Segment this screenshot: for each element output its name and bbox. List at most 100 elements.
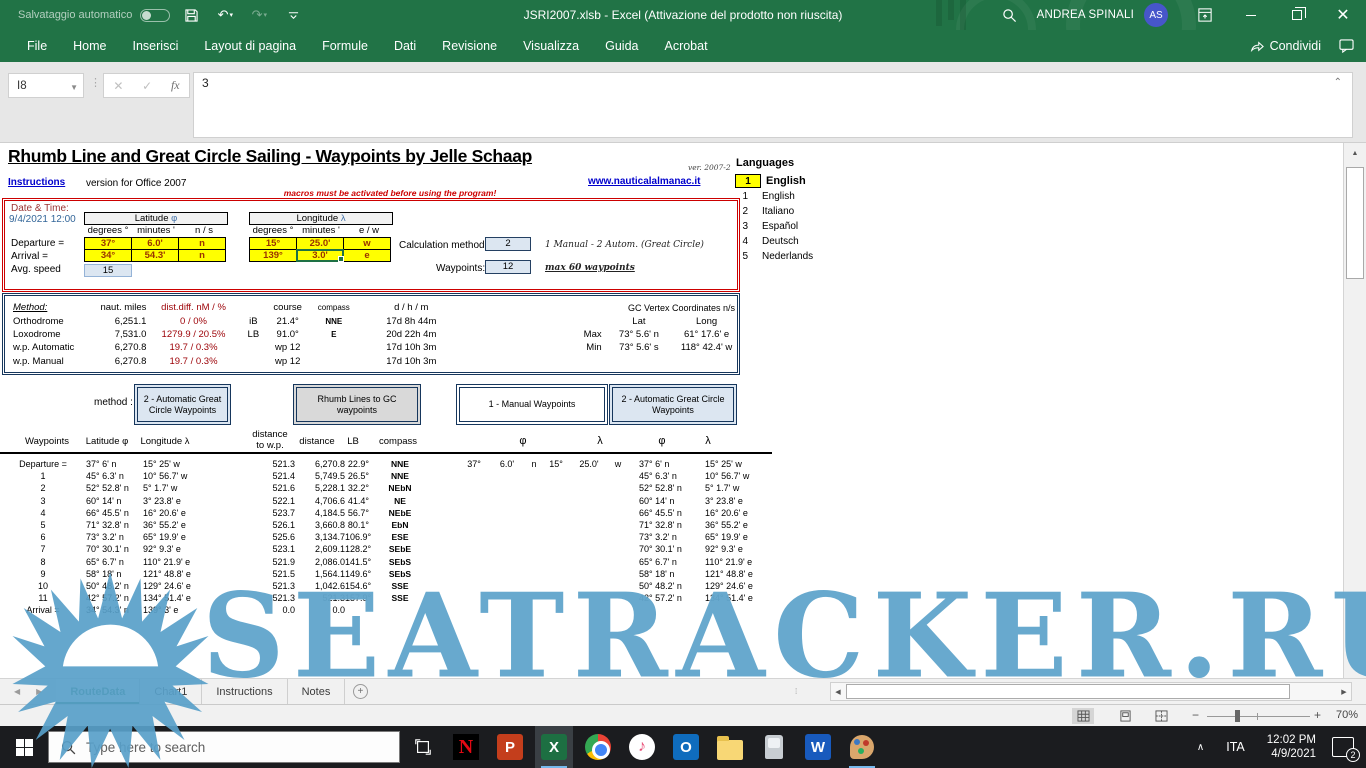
minutes-col-header: minutes ' bbox=[137, 225, 175, 236]
arrival-lon-ew-cell[interactable]: e bbox=[343, 249, 391, 262]
ribbon-tab[interactable]: Dati bbox=[381, 30, 429, 62]
name-box[interactable]: I8 ▼ bbox=[8, 73, 84, 98]
method-table-header-row: Method: naut. miles dist.diff. nM / % co… bbox=[13, 301, 737, 314]
manual-lat-minutes[interactable]: 6.0' bbox=[489, 459, 525, 469]
zoom-in-icon[interactable]: + bbox=[1314, 708, 1321, 722]
ribbon-tab[interactable]: Acrobat bbox=[651, 30, 720, 62]
instructions-link[interactable]: Instructions bbox=[8, 177, 65, 188]
taskbar-music-icon[interactable]: ♪ bbox=[623, 726, 661, 768]
undo-button[interactable]: ↶ ▾ bbox=[212, 0, 238, 30]
page-break-view-icon[interactable] bbox=[1150, 708, 1172, 724]
ribbon-tab[interactable]: Guida bbox=[592, 30, 651, 62]
taskbar-paint-icon[interactable] bbox=[843, 726, 881, 768]
arrival-lat-ns-cell[interactable]: n bbox=[178, 249, 226, 262]
rhumb-lines-to-gc-button[interactable]: Rhumb Lines to GC waypoints bbox=[293, 384, 421, 425]
datetime-value[interactable]: 9/4/2021 12:00 bbox=[9, 214, 76, 225]
phi-col-header-auto: φ bbox=[658, 435, 666, 447]
zoom-level[interactable]: 70% bbox=[1328, 709, 1358, 721]
close-button[interactable]: ✕ bbox=[1320, 0, 1366, 30]
manual-lon-ew[interactable]: w bbox=[609, 459, 627, 469]
name-box-dropdown-icon[interactable]: ▼ bbox=[70, 83, 78, 92]
share-button[interactable]: Condividi bbox=[1250, 39, 1321, 53]
comments-icon[interactable] bbox=[1339, 39, 1354, 53]
normal-view-icon[interactable] bbox=[1072, 708, 1094, 724]
search-icon[interactable] bbox=[987, 0, 1033, 30]
tray-clock[interactable]: 12:02 PM 4/9/2021 bbox=[1267, 733, 1316, 761]
add-sheet-button[interactable]: + bbox=[345, 679, 375, 704]
avatar[interactable]: AS bbox=[1144, 3, 1168, 27]
ribbon-tab[interactable]: Home bbox=[60, 30, 119, 62]
action-center-icon[interactable]: 2 bbox=[1332, 737, 1360, 762]
next-sheet-icon[interactable]: ▶ bbox=[36, 687, 42, 696]
task-view-icon[interactable] bbox=[408, 733, 438, 761]
autosave-toggle[interactable] bbox=[140, 8, 171, 22]
zoom-slider-track[interactable] bbox=[1207, 716, 1310, 717]
quick-access-customize-button[interactable] bbox=[280, 0, 306, 30]
collapse-formula-bar-icon[interactable]: ⌃ bbox=[1334, 77, 1342, 88]
ribbon-tab[interactable]: Inserisci bbox=[120, 30, 192, 62]
restore-button[interactable] bbox=[1274, 0, 1320, 30]
start-button[interactable] bbox=[0, 726, 48, 768]
scroll-left-icon[interactable]: ◀ bbox=[831, 683, 845, 700]
cancel-entry-icon[interactable]: ✕ bbox=[113, 79, 123, 93]
confirm-entry-icon[interactable]: ✓ bbox=[142, 79, 152, 93]
ribbon-tab[interactable]: Formule bbox=[309, 30, 381, 62]
website-link[interactable]: www.nauticalalmanac.it bbox=[588, 176, 700, 187]
scroll-right-icon[interactable]: ▶ bbox=[1337, 683, 1351, 700]
vertical-scrollbar-thumb[interactable] bbox=[1346, 167, 1364, 279]
ribbon-tab[interactable]: Layout di pagina bbox=[191, 30, 309, 62]
manual-lon-degrees[interactable]: 15° bbox=[543, 459, 569, 469]
language-select-cell[interactable]: 1 bbox=[735, 174, 761, 188]
ribbon-display-options-button[interactable] bbox=[1182, 0, 1228, 30]
auto-gc-latitude: 45° 6.3' n bbox=[639, 471, 677, 482]
avg-speed-cell[interactable]: 15 bbox=[84, 264, 132, 277]
insert-function-icon[interactable]: fx bbox=[171, 78, 180, 93]
taskbar-word-icon[interactable]: W bbox=[799, 726, 837, 768]
waypoints-count-cell[interactable]: 12 bbox=[485, 260, 531, 274]
sheet-tab-instructions[interactable]: Instructions bbox=[202, 679, 288, 704]
arrival-lon-degrees-cell[interactable]: 139° bbox=[249, 249, 297, 262]
manual-lon-minutes[interactable]: 25.0' bbox=[569, 459, 609, 469]
taskbar-excel-icon[interactable]: X bbox=[535, 726, 573, 768]
redo-button[interactable]: ↷ ▾ bbox=[246, 0, 272, 30]
ribbon-tab[interactable]: Revisione bbox=[429, 30, 510, 62]
vertical-scrollbar[interactable]: ▲ bbox=[1343, 143, 1366, 678]
taskbar-file-explorer-icon[interactable] bbox=[711, 726, 749, 768]
scroll-up-icon[interactable]: ▲ bbox=[1344, 143, 1366, 163]
taskbar-netflix-icon[interactable]: N bbox=[447, 726, 485, 768]
sheet-tab-chart1[interactable]: Chart1 bbox=[140, 679, 203, 704]
manual-lat-ns[interactable]: n bbox=[525, 459, 543, 469]
prev-sheet-icon[interactable]: ◀ bbox=[14, 687, 20, 696]
calc-method-cell[interactable]: 2 bbox=[485, 237, 531, 251]
taskbar-powerpoint-icon[interactable]: P bbox=[491, 726, 529, 768]
auto-great-circle-button[interactable]: 2 - Automatic Great Circle Waypoints bbox=[134, 384, 231, 425]
sheet-tab-notes[interactable]: Notes bbox=[288, 679, 346, 704]
user-name[interactable]: ANDREA SPINALI bbox=[1037, 9, 1134, 21]
tray-show-hidden-icons-icon[interactable]: ∧ bbox=[1197, 742, 1204, 753]
arrival-lat-minutes-cell[interactable]: 54.3' bbox=[131, 249, 179, 262]
arrival-lat-degrees-cell[interactable]: 34° bbox=[84, 249, 132, 262]
worksheet-area[interactable]: Rhumb Line and Great Circle Sailing - Wa… bbox=[0, 143, 1343, 678]
page-layout-view-icon[interactable] bbox=[1114, 708, 1136, 724]
ribbon-tab[interactable]: Visualizza bbox=[510, 30, 592, 62]
taskbar-chrome-icon[interactable] bbox=[579, 726, 617, 768]
tray-language-indicator[interactable]: ITA bbox=[1226, 740, 1245, 754]
taskbar-outlook-icon[interactable]: O bbox=[667, 726, 705, 768]
ribbon-tab[interactable]: File bbox=[14, 30, 60, 62]
auto-great-circle-button-2[interactable]: 2 - Automatic Great Circle Waypoints bbox=[609, 384, 737, 425]
zoom-out-icon[interactable]: − bbox=[1192, 708, 1199, 722]
tab-scroll-splitter[interactable]: ⁞ bbox=[795, 687, 798, 696]
taskbar-search[interactable] bbox=[48, 731, 400, 763]
formula-input[interactable]: 3 ⌃ bbox=[193, 72, 1353, 138]
save-button[interactable] bbox=[178, 0, 204, 30]
zoom-slider-thumb[interactable] bbox=[1235, 710, 1240, 722]
manual-lat-degrees[interactable]: 37° bbox=[459, 459, 489, 469]
manual-waypoints-button[interactable]: 1 - Manual Waypoints bbox=[456, 384, 608, 425]
minimize-button[interactable] bbox=[1228, 0, 1274, 30]
horizontal-scrollbar[interactable]: ◀ ▶ bbox=[830, 682, 1352, 701]
arrival-lon-minutes-cell-selected[interactable]: 3.0' bbox=[296, 249, 344, 262]
search-input[interactable] bbox=[86, 739, 366, 755]
sheet-tab-routedata[interactable]: RouteData bbox=[56, 679, 141, 704]
taskbar-appliance-app-icon[interactable] bbox=[755, 726, 793, 768]
horizontal-scrollbar-thumb[interactable] bbox=[846, 684, 1290, 699]
